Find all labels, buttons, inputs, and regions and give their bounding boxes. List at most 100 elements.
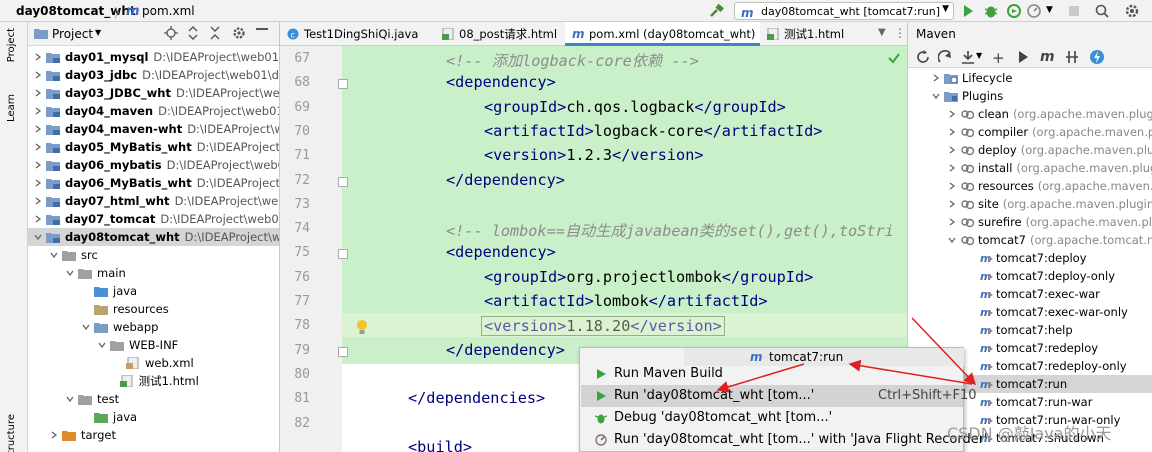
- maven-item-site[interactable]: site (org.apache.maven.plugins: [908, 195, 1152, 213]
- maven-goal-icon: m: [980, 288, 994, 300]
- tab-pom-xml[interactable]: m pom.xml (day08tomcat_wht): [565, 22, 760, 46]
- tree-item-webapp-folder[interactable]: webapp: [28, 318, 279, 336]
- maven-goal-row[interactable]: m tomcat7:deploy: [908, 249, 1152, 267]
- reload-icon[interactable]: [916, 50, 930, 64]
- build-hammer-icon[interactable]: [708, 3, 724, 19]
- debug-config-item[interactable]: Debug 'day08tomcat_wht [tom...': [581, 407, 963, 429]
- tree-item-test-java-folder[interactable]: java: [28, 408, 279, 426]
- module-row[interactable]: day03_JDBC_wht D:\IDEAProject\web01\d: [28, 84, 279, 102]
- module-row[interactable]: day08tomcat_wht D:\IDEAProject\web01: [28, 228, 279, 246]
- no-problems-check-icon: [888, 52, 900, 64]
- menu-item-label: Debug 'day08tomcat_wht [tom...': [614, 410, 833, 425]
- expand-arrow-icon: [932, 74, 940, 82]
- settings-icon[interactable]: [232, 26, 246, 40]
- more-tabs-icon[interactable]: ⋮: [894, 26, 906, 40]
- stop-icon[interactable]: [1066, 3, 1082, 19]
- maven-goal-icon: m: [980, 324, 994, 336]
- module-row[interactable]: day06_MyBatis_wht D:\IDEAProject\web: [28, 174, 280, 192]
- expand-arrow-icon: [34, 53, 42, 61]
- folder-icon: [944, 72, 958, 84]
- chevron-down-icon[interactable]: ▼: [95, 28, 101, 37]
- run-maven-build-item[interactable]: Run Maven Build: [581, 363, 963, 385]
- more-actions-chevron-icon[interactable]: ▼: [1046, 5, 1062, 21]
- module-row[interactable]: day01_mysql D:\IDEAProject\web01\day0: [28, 48, 279, 66]
- tree-item-web-inf-folder[interactable]: WEB-INF: [28, 336, 279, 354]
- collapse-all-icon[interactable]: [208, 26, 222, 40]
- execute-goal-icon[interactable]: m: [1040, 48, 1056, 64]
- profiler-icon[interactable]: [1026, 3, 1042, 19]
- module-row[interactable]: day06_mybatis D:\IDEAProject\web01\da: [28, 156, 279, 174]
- hide-panel-icon[interactable]: [256, 28, 268, 38]
- debug-icon[interactable]: [983, 3, 999, 19]
- module-row[interactable]: day04_maven D:\IDEAProject\web01\day: [28, 102, 279, 120]
- structure-tool-tab[interactable]: Structure: [6, 414, 17, 452]
- maven-item-compiler[interactable]: compiler (org.apache.maven.pl: [908, 123, 1152, 141]
- module-row[interactable]: day07_tomcat D:\IDEAProject\web01\day: [28, 210, 279, 228]
- maven-item-install[interactable]: install (org.apache.maven.plugi: [908, 159, 1152, 177]
- maven-goal-row[interactable]: m tomcat7:exec-war-only: [908, 303, 1152, 321]
- search-icon[interactable]: [1094, 3, 1110, 19]
- maven-item-resources[interactable]: resources (org.apache.maven.pl: [908, 177, 1152, 195]
- navigation-bar: day08tomcat_wht 〉 m pom.xml m day08tomca…: [0, 0, 1152, 22]
- tab-post-html[interactable]: 08_post请求.html: [435, 22, 565, 46]
- menu-item-label: Run Maven Build: [614, 366, 723, 381]
- run-icon[interactable]: [960, 3, 976, 19]
- coverage-icon[interactable]: [1006, 3, 1022, 19]
- add-icon[interactable]: +: [992, 49, 1005, 67]
- run-configuration-select[interactable]: m day08tomcat_wht [tomcat7:run] ▼: [734, 2, 954, 20]
- java-class-icon: c: [287, 28, 299, 40]
- module-path: D:\IDEAProject\web01\c: [174, 194, 279, 208]
- run-with-jfr-item[interactable]: Run 'day08tomcat_wht [tom...' with 'Java…: [581, 429, 988, 451]
- skip-tests-icon[interactable]: [1089, 49, 1105, 65]
- tree-item-web-xml-file[interactable]: web.xml: [28, 354, 279, 372]
- run-icon[interactable]: [1016, 50, 1030, 64]
- maven-item-clean[interactable]: clean (org.apache.maven.plugin: [908, 105, 1152, 123]
- maven-item-plugins[interactable]: Plugins: [908, 87, 1152, 105]
- module-folder-icon: [46, 123, 60, 135]
- project-tool-tab[interactable]: Project: [6, 28, 17, 62]
- maven-file-icon: m: [126, 3, 140, 17]
- expand-all-icon[interactable]: [186, 26, 200, 40]
- breadcrumb-file[interactable]: pom.xml: [142, 4, 195, 18]
- download-icon[interactable]: [961, 50, 975, 64]
- tree-item-src-folder[interactable]: src: [28, 246, 279, 264]
- maven-item-surefire[interactable]: surefire(org.apache.maven.plug: [908, 213, 1152, 231]
- expand-arrow-icon: [34, 197, 42, 205]
- maven-item-detail: (org.apache.maven.plugins: [1002, 197, 1152, 211]
- chevron-down-icon[interactable]: ▼: [976, 51, 982, 60]
- module-path: D:\IDEAProject\web: [196, 176, 280, 190]
- tree-item-resources-folder[interactable]: resources: [28, 300, 279, 318]
- module-row[interactable]: day04_maven-wht D:\IDEAProject\web0: [28, 120, 279, 138]
- expand-arrow-icon: [34, 179, 42, 187]
- learn-tool-tab[interactable]: Learn: [6, 94, 17, 122]
- tabs-overflow-chevron-icon[interactable]: ▼: [878, 27, 886, 38]
- maven-item-lifecycle[interactable]: Lifecycle: [908, 69, 1152, 87]
- profiler-icon: [595, 434, 607, 446]
- run-configuration-label: day08tomcat_wht [tomcat7:run]: [761, 5, 940, 18]
- tree-item-java-folder[interactable]: java: [28, 282, 279, 300]
- maven-goal-icon: m: [980, 252, 994, 264]
- expand-arrow-icon: [66, 395, 74, 403]
- maven-item-tomcat7[interactable]: tomcat7 (org.apache.tomcat.m: [908, 231, 1152, 249]
- intention-bulb-icon[interactable]: [355, 319, 369, 335]
- maven-goal-row[interactable]: m tomcat7:exec-war: [908, 285, 1152, 303]
- module-row[interactable]: day03_jdbc D:\IDEAProject\web01\day03: [28, 66, 279, 84]
- project-panel-title[interactable]: Project: [52, 27, 93, 41]
- maven-item-deploy[interactable]: deploy (org.apache.maven.plu: [908, 141, 1152, 159]
- run-config-item[interactable]: Run 'day08tomcat_wht [tom...' Ctrl+Shift…: [581, 385, 976, 407]
- tree-item-html-file[interactable]: 测试1.html: [28, 372, 279, 390]
- module-row[interactable]: day07_html_wht D:\IDEAProject\web01\c: [28, 192, 279, 210]
- tree-item-target-folder[interactable]: target: [28, 426, 279, 444]
- tree-item-test-folder[interactable]: test: [28, 390, 279, 408]
- maven-goal-row[interactable]: m tomcat7:deploy-only: [908, 267, 1152, 285]
- module-row[interactable]: day05_MyBatis_wht D:\IDEAProject\web: [28, 138, 279, 156]
- tab-test1dingshiqi[interactable]: c Test1DingShiQi.java: [280, 22, 435, 46]
- tree-item-main-folder[interactable]: main: [28, 264, 279, 282]
- locate-file-icon[interactable]: [164, 26, 178, 40]
- folder-icon: [62, 249, 76, 261]
- tab-test1-html[interactable]: 测试1.html: [760, 22, 865, 46]
- toggle-offline-icon[interactable]: [1065, 50, 1079, 64]
- settings-icon[interactable]: [1124, 3, 1140, 19]
- maven-goal-row[interactable]: m tomcat7:help: [908, 321, 1152, 339]
- generate-sources-icon[interactable]: [938, 50, 952, 64]
